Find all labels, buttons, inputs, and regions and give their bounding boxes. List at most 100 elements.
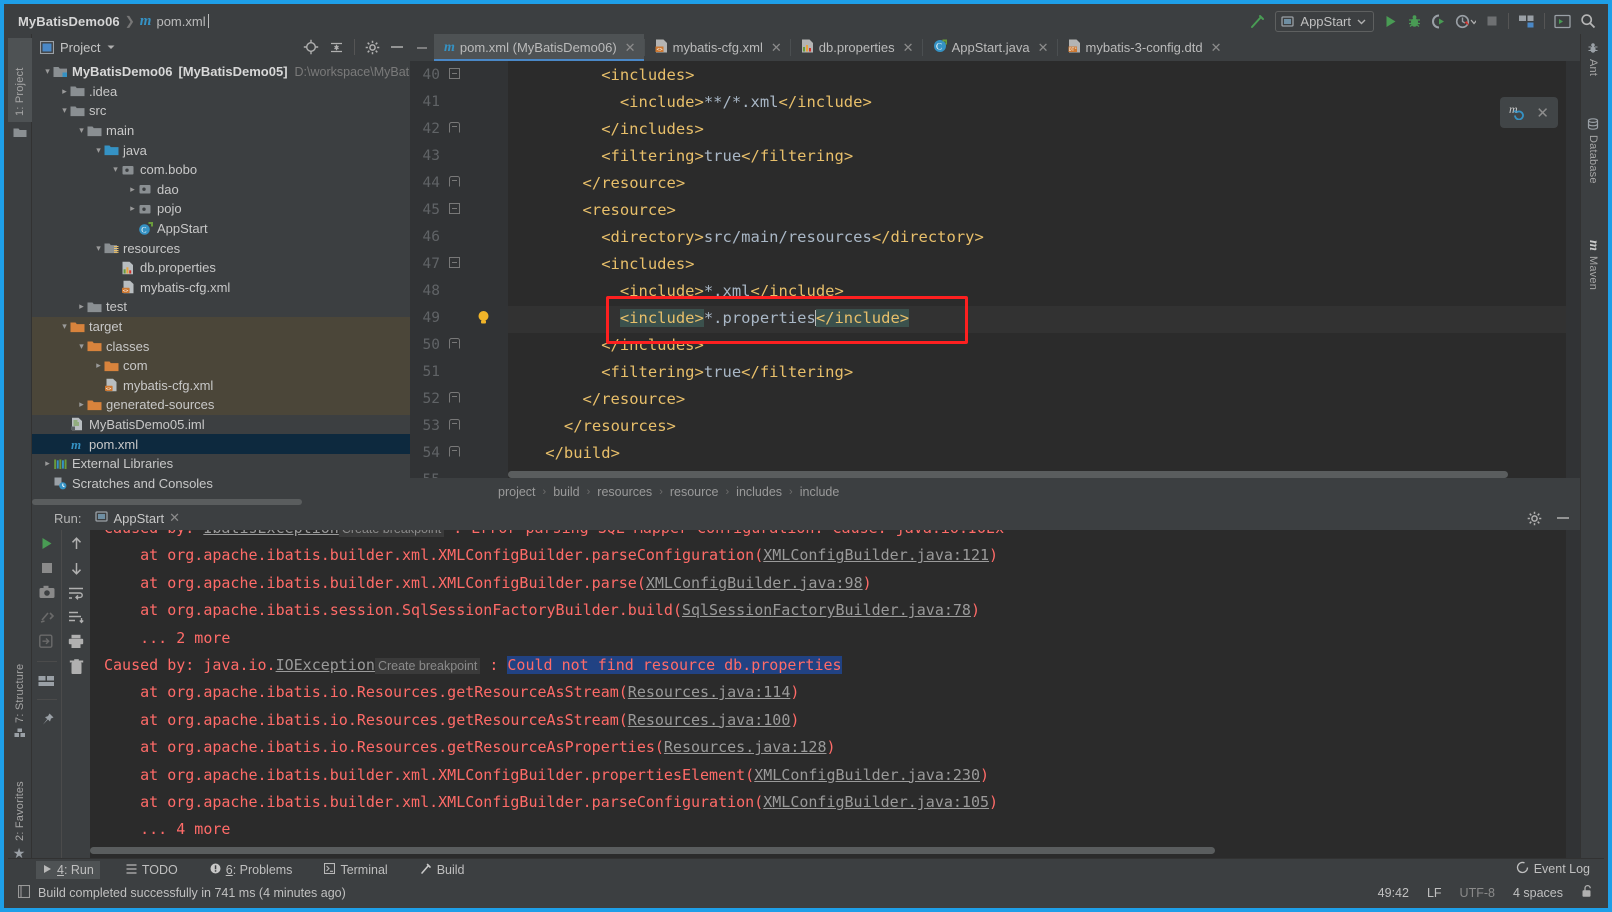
close-icon[interactable]: ✕ [1211, 40, 1222, 56]
tree-node-mybatis-cfg-xml[interactable]: <>mybatis-cfg.xml [32, 376, 410, 396]
create-breakpoint-badge[interactable]: Create breakpoint [339, 530, 444, 537]
stop-icon[interactable] [40, 561, 54, 575]
locate-target-icon[interactable] [303, 39, 319, 55]
tree-node-java[interactable]: ▾java [32, 140, 410, 160]
line-separator[interactable]: LF [1427, 886, 1442, 900]
tree-node-mybatisdemo06[interactable]: ▾MyBatisDemo06[MyBatisDemo05]D:\workspac… [32, 62, 410, 82]
code-line[interactable]: </includes> [601, 336, 704, 354]
caret-position[interactable]: 49:42 [1378, 886, 1409, 900]
lock-icon[interactable] [1581, 884, 1594, 901]
code-line[interactable]: <includes> [601, 66, 694, 84]
tree-node--idea[interactable]: ▸.idea [32, 82, 410, 102]
intention-bulb-icon[interactable] [476, 310, 491, 329]
hide-panel-icon[interactable] [1556, 511, 1570, 526]
editor-code[interactable]: <includes> <include>**/*.xml</include> </i… [508, 61, 1580, 506]
print-icon[interactable] [68, 634, 84, 649]
file-encoding[interactable]: UTF-8 [1460, 886, 1495, 900]
tree-node-external-libraries[interactable]: ▸External Libraries [32, 454, 410, 474]
tree-node-src[interactable]: ▾src [32, 101, 410, 121]
collapse-all-icon[interactable] [329, 40, 344, 55]
event-log-button[interactable]: Event Log [1516, 861, 1590, 877]
maven-reload-widget[interactable]: m ✕ [1500, 97, 1558, 128]
close-icon[interactable]: ✕ [771, 40, 782, 56]
breadcrumb-item[interactable]: includes [736, 485, 782, 499]
tree-node-generated-sources[interactable]: ▸generated-sources [32, 395, 410, 415]
code-line[interactable]: <filtering>true</filtering> [601, 147, 853, 165]
run-with-coverage-icon[interactable] [1431, 14, 1446, 29]
hide-panel-icon[interactable] [390, 40, 404, 54]
project-panel-title[interactable]: Project [60, 40, 100, 55]
debug-icon[interactable] [1407, 14, 1422, 29]
tree-node-resources[interactable]: ▾resources [32, 238, 410, 258]
arrow-down-icon[interactable] [69, 561, 84, 576]
code-line[interactable]: </build> [545, 444, 620, 462]
terminal-launch-icon[interactable] [1554, 14, 1571, 29]
fold-end-icon[interactable] [449, 446, 460, 460]
code-line[interactable]: <directory>src/main/resources</directory… [601, 228, 984, 246]
tree-node-com-bobo[interactable]: ▾com.bobo [32, 160, 410, 180]
tool-button-todo[interactable]: TODO [120, 861, 184, 879]
tree-node-test[interactable]: ▸test [32, 297, 410, 317]
console-link[interactable]: XMLConfigBuilder.java:98 [646, 574, 863, 592]
tab-db-properties[interactable]: db.properties ✕ [791, 34, 922, 61]
code-line[interactable]: <filtering>true</filtering> [601, 363, 853, 381]
console-link[interactable]: IbatisException [203, 530, 338, 537]
chevron-right-icon[interactable]: ▸ [59, 86, 70, 97]
chevron-down-icon[interactable]: ▾ [93, 243, 104, 254]
profiler-icon[interactable] [1455, 14, 1476, 29]
project-structure-icon[interactable] [1518, 14, 1535, 29]
snapshot-icon[interactable] [39, 585, 55, 599]
soft-wrap-icon[interactable] [68, 586, 84, 600]
chevron-down-icon[interactable] [106, 42, 116, 52]
breadcrumb-item[interactable]: resource [670, 485, 719, 499]
console-link[interactable]: Resources.java:128 [664, 738, 827, 756]
chevron-right-icon[interactable]: ▸ [76, 399, 87, 410]
console-link[interactable]: XMLConfigBuilder.java:230 [754, 766, 980, 784]
console-marker-bar[interactable] [1566, 530, 1580, 858]
run-tab-appstart[interactable]: AppStart ✕ [95, 510, 180, 526]
editor-body[interactable]: 40414243444546474849505152535455 <includ… [410, 61, 1580, 506]
fold-collapse-icon[interactable] [449, 257, 460, 271]
fold-collapse-icon[interactable] [449, 68, 460, 82]
build-hammer-icon[interactable] [1249, 13, 1266, 30]
code-line[interactable]: </resource> [583, 390, 686, 408]
console-link[interactable]: Resources.java:114 [628, 683, 791, 701]
rerun-icon[interactable] [39, 536, 54, 551]
sidebar-item-database[interactable]: Database [1581, 112, 1604, 224]
trash-icon[interactable] [69, 659, 84, 675]
tool-button-run[interactable]: 4: Run [36, 861, 100, 879]
chevron-down-icon[interactable]: ▾ [76, 125, 87, 136]
fold-end-icon[interactable] [449, 419, 460, 433]
arrow-up-icon[interactable] [69, 536, 84, 551]
console-link[interactable]: IOException [276, 656, 375, 674]
tabs-collapse-icon[interactable] [410, 34, 434, 61]
tree-node-pojo[interactable]: ▸pojo [32, 199, 410, 219]
editor-gutter[interactable]: 40414243444546474849505152535455 [410, 61, 508, 506]
layout-icon[interactable] [38, 674, 55, 687]
maven-reload-icon[interactable]: m [1509, 102, 1528, 123]
chevron-down-icon[interactable]: ▾ [42, 66, 53, 77]
tree-node-dao[interactable]: ▸dao [32, 180, 410, 200]
close-icon[interactable]: ✕ [1536, 104, 1549, 122]
sidebar-item-favorites[interactable]: ★ 2: Favorites [8, 758, 32, 868]
code-line[interactable]: <include>*.properties</include> [620, 309, 909, 327]
breadcrumb-item[interactable]: project [498, 485, 536, 499]
tool-button-build[interactable]: Build [414, 861, 471, 880]
search-icon[interactable] [1580, 13, 1596, 29]
project-tree[interactable]: ▾MyBatisDemo06[MyBatisDemo05]D:\workspac… [32, 60, 410, 498]
gear-icon[interactable] [365, 40, 380, 55]
close-icon[interactable]: ✕ [1038, 40, 1049, 56]
close-icon[interactable]: ✕ [169, 510, 180, 526]
fold-end-icon[interactable] [449, 122, 460, 136]
run-configuration-selector[interactable]: AppStart [1275, 11, 1374, 32]
tab-pom-xml[interactable]: m pom.xml (MyBatisDemo06) ✕ [434, 34, 644, 61]
tree-node-mybatis-cfg-xml[interactable]: <>mybatis-cfg.xml [32, 278, 410, 298]
chevron-down-icon[interactable]: ▾ [59, 105, 70, 116]
sidebar-item-structure[interactable]: 7: Structure [8, 642, 32, 746]
code-line[interactable]: <include>**/*.xml</include> [620, 93, 872, 111]
tool-button-problems[interactable]: 6: Problems [204, 861, 299, 879]
project-tree-hscrollbar[interactable] [32, 498, 410, 506]
breadcrumb-file[interactable]: pom.xml [156, 14, 205, 29]
editor-hscrollbar[interactable] [508, 471, 1566, 478]
tab-mybatis-cfg-xml[interactable]: <> mybatis-cfg.xml ✕ [645, 34, 790, 61]
